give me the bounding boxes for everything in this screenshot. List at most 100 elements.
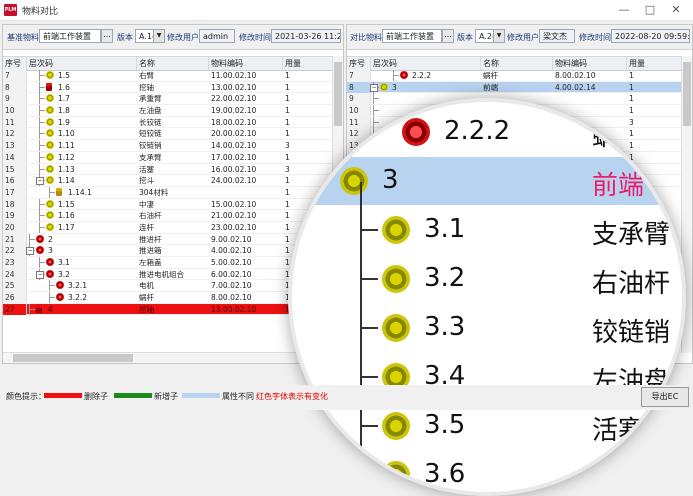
compare-material-field[interactable]: 前端工作装置 [382,29,442,43]
level-code: 1.9 [58,117,70,127]
level-code: 1.12 [58,152,75,162]
table-row[interactable]: 17 1.14.1 304材料 1 [3,186,333,199]
table-row[interactable]: 19 1.16 右油杆 21.00.02.10 1 [3,210,333,222]
col-index[interactable]: 序号 [3,57,27,70]
table-row[interactable]: 7 1.5 右臂 11.00.02.10 1 [3,70,333,82]
table-row[interactable]: 22−3 推进箱 4.00.02.10 1 [3,245,333,257]
magnified-row: 3 前端 [292,157,682,205]
table-row[interactable]: 253.2.1电机7.00.02.101 [3,280,333,293]
tree-line [360,280,362,328]
row-index: 9 [3,93,27,105]
table-row[interactable]: 274挖轴13.00.02.101 [3,303,333,316]
col-material-code[interactable]: 物料编码 [553,57,627,70]
gear-icon [46,199,54,208]
row-index: 19 [3,210,27,222]
item-name: 左油盘 [139,106,162,116]
gear-icon [46,152,54,161]
table-row[interactable]: 263.2.2蜗杆8.00.02.101 [3,292,333,304]
tree-line [360,474,378,476]
table-row[interactable]: 7 2.2.2 蜗杆 8.00.02.10 1 [347,70,682,82]
table-row[interactable]: 14 1.12 支承臂 17.00.02.10 1 [3,151,333,164]
material-code: 23.00.02.10 [211,222,257,232]
item-name: 中凄 [139,199,154,209]
row-index: 7 [3,70,27,81]
minimize-button[interactable]: — [612,2,636,18]
tree-line [49,191,55,193]
table-row[interactable]: 15 1.13 活塞 16.00.02.10 3 [3,163,333,176]
table-row[interactable]: 20 1.17 连杆 23.00.02.10 1 [3,221,333,234]
magnified-row: 2.2.2 蜗 [292,108,682,156]
tree-line [393,75,399,76]
col-name[interactable]: 名称 [137,57,209,70]
item-name: 蜗杆 [483,71,498,80]
compare-time-field: 2022-08-20 09:59:15 [611,29,690,43]
magnified-item-name: 铰链销 [592,318,671,348]
table-row[interactable]: 9 1.7 承重臂 22.00.02.10 1 [3,93,333,106]
tree-line [39,110,45,112]
table-row[interactable]: 18 1.15 中凄 15.00.02.10 1 [3,198,333,211]
level-code: 1.13 [58,164,75,174]
quantity: 1 [629,71,634,80]
row-index: 27 [3,303,27,315]
material-code: 8.00.02.10 [555,71,596,80]
table-row[interactable]: 8 1.6 挖轴 13.00.02.10 1 [3,81,333,94]
tree-line [29,308,35,310]
level-code: 1.15 [58,199,75,209]
material-code [553,93,627,104]
table-row[interactable]: 11 1.9 长铰链 18.00.02.10 1 [3,116,333,129]
base-time-label: 修改时间 [239,33,271,42]
row-index: 15 [3,163,27,175]
col-level-code[interactable]: 层次码 [27,57,137,70]
item-name: 连杆 [139,222,154,232]
tree-line [360,231,362,279]
item-name: 304材料 [139,187,169,197]
scroll-thumb[interactable] [13,354,133,362]
table-row[interactable]: 16−1.14 挖斗 24.00.02.10 1 [3,175,333,187]
base-material-browse-button[interactable]: … [101,29,113,43]
tree-line [39,168,45,170]
gear-icon [382,461,410,489]
magnified-row: 3.2 右油杆 [292,231,682,303]
row-index: 20 [3,221,27,233]
scroll-thumb[interactable] [683,62,691,126]
table-row[interactable]: 24−3.2 推进电机组合 6.00.02.10 1 [3,268,333,281]
table-row[interactable]: 8− 3 前端 4.00.02.14 1 [347,81,682,94]
col-quantity[interactable]: 用量 [627,57,682,70]
close-button[interactable]: ✕ [664,2,688,18]
collapse-toggle-icon[interactable]: − [36,270,44,279]
item-name: 支承臂 [139,152,162,162]
table-row[interactable]: 21 2 推进杆 9.00.02.10 1 [3,233,333,246]
table-row[interactable]: 23 3.1 左箱盖 5.00.02.10 1 [3,257,333,269]
col-name[interactable]: 名称 [481,57,553,70]
item-name: 左箱盖 [139,258,162,267]
gear-icon [382,412,410,440]
tree-line [39,133,45,135]
base-material-field[interactable]: 前端工作装置 [39,29,101,43]
tree-line [39,121,45,123]
table-row[interactable]: 12 1.10 短铰链 20.00.02.10 1 [3,128,333,141]
table-row[interactable]: 13 1.11 铰链销 14.00.02.10 3 [3,140,333,152]
col-level-code[interactable]: 层次码 [371,57,481,70]
row-index: 26 [3,292,27,304]
chevron-down-icon[interactable]: ▼ [153,30,164,42]
maximize-button[interactable]: □ [638,2,662,18]
compare-material-browse-button[interactable]: … [442,29,454,43]
table-row[interactable]: 10 1.8 左油盘 19.00.02.10 1 [3,105,333,117]
collapse-toggle-icon[interactable]: − [26,247,34,256]
collapse-toggle-icon[interactable]: − [370,83,378,92]
title-bar: PLM 物料对比 — □ ✕ [0,0,693,21]
col-material-code[interactable]: 物料编码 [209,57,283,70]
key-icon [56,187,62,196]
col-quantity[interactable]: 用量 [283,57,333,70]
gear-icon [402,118,430,146]
export-ec-button[interactable]: 导出EC [641,387,689,407]
row-index: 17 [3,186,27,198]
base-version-select[interactable]: A.1(1 ▼ [135,29,165,43]
item-name: 铰链销 [139,141,162,151]
compare-version-select[interactable]: A.2(2 ▼ [475,29,505,43]
col-index[interactable]: 序号 [347,57,371,70]
collapse-toggle-icon[interactable]: − [36,177,44,186]
chevron-down-icon[interactable]: ▼ [493,30,504,42]
legend-added: 新增子 [154,392,178,401]
tree-line [360,182,362,230]
